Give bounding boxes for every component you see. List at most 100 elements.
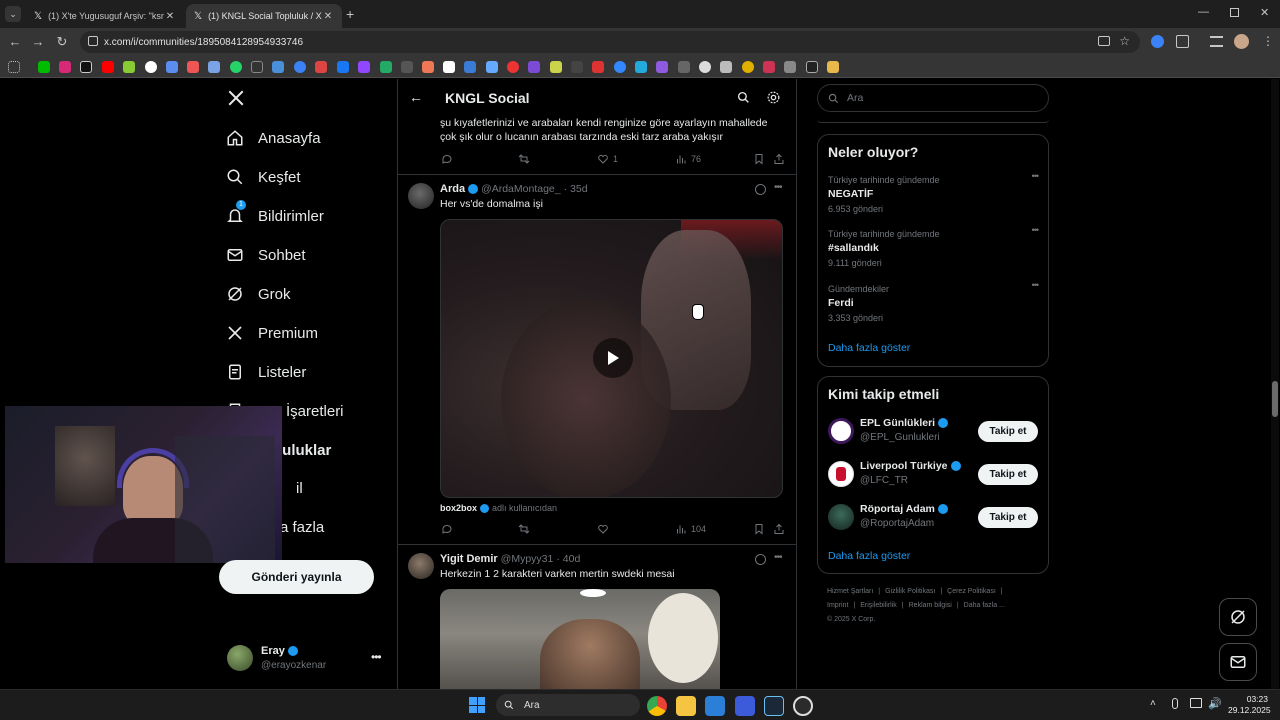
bookmark-31-icon[interactable]: [678, 61, 690, 73]
bookmark-11-icon[interactable]: [251, 61, 263, 73]
sidebar-item-notifications[interactable]: Bildirimler 1: [226, 200, 324, 229]
more-icon[interactable]: •••: [774, 182, 782, 193]
grok-float-button[interactable]: [1219, 598, 1257, 636]
play-button[interactable]: [593, 338, 633, 378]
minimize-button[interactable]: —: [1198, 6, 1209, 18]
chrome-icon[interactable]: [647, 696, 667, 716]
bookmark-12-icon[interactable]: [272, 61, 284, 73]
bookmark-7-icon[interactable]: [166, 61, 178, 73]
more-icon[interactable]: •••: [774, 552, 782, 563]
bookmark-34-icon[interactable]: [742, 61, 754, 73]
grok-icon[interactable]: [755, 554, 766, 565]
bookmark-28-icon[interactable]: [614, 61, 626, 73]
site-info-icon[interactable]: [88, 36, 98, 46]
repost-button[interactable]: [518, 523, 534, 535]
like-button[interactable]: 1: [597, 153, 618, 165]
footer-link[interactable]: Çerez Politikası: [947, 588, 996, 595]
avatar[interactable]: [408, 553, 434, 579]
bookmark-3-icon[interactable]: [80, 61, 92, 73]
author-handle[interactable]: @ArdaMontage_: [481, 183, 561, 195]
bookmark-24-icon[interactable]: [528, 61, 540, 73]
share-button[interactable]: [773, 523, 789, 535]
window-close-button[interactable]: ✕: [1260, 6, 1269, 19]
bookmark-13-icon[interactable]: [294, 61, 306, 73]
trend-item[interactable]: Gündemdekiler Ferdi 3.353 gönderi •••: [828, 280, 1039, 323]
reply-button[interactable]: [441, 153, 457, 165]
follow-button[interactable]: Takip et: [978, 421, 1038, 442]
bookmark-35-icon[interactable]: [763, 61, 775, 73]
trend-item[interactable]: Türkiye tarihinde gündemde NEGATİF 6.953…: [828, 171, 1039, 214]
bookmark-17-icon[interactable]: [380, 61, 392, 73]
obs-icon[interactable]: [793, 696, 813, 716]
tray-chevron-icon[interactable]: ˄: [1150, 698, 1156, 709]
avatar[interactable]: [408, 183, 434, 209]
sidebar-item-chat[interactable]: Sohbet: [226, 242, 306, 268]
bookmark-26-icon[interactable]: [571, 61, 583, 73]
browser-tab-1[interactable]: 𝕏 (1) X'te Yugusuguf Arşiv: "ksme ✕: [26, 4, 184, 28]
bookmark-22-icon[interactable]: [486, 61, 498, 73]
profile-avatar-icon[interactable]: [1234, 34, 1249, 49]
reply-button[interactable]: [441, 523, 457, 535]
star-icon[interactable]: ☆: [1119, 34, 1130, 48]
browser-tab-2[interactable]: 𝕏 (1) KNGL Social Topluluk / X ✕: [186, 4, 342, 28]
more-icon[interactable]: •••: [1032, 171, 1040, 181]
volume-icon[interactable]: 🔊: [1208, 697, 1222, 710]
steam-icon[interactable]: [764, 696, 784, 716]
account-switcher[interactable]: Eray @erayozkenar •••: [227, 644, 385, 674]
apps-icon[interactable]: [8, 61, 20, 73]
post-time[interactable]: · 35d: [564, 183, 588, 195]
browser-menu-icon[interactable]: ⋮: [1262, 34, 1274, 48]
extension-icon[interactable]: [1151, 35, 1164, 48]
author-handle[interactable]: @Mypyy31: [501, 553, 554, 565]
bookmark-36-icon[interactable]: [784, 61, 796, 73]
bookmark-9-icon[interactable]: [208, 61, 220, 73]
bookmark-15-icon[interactable]: [337, 61, 349, 73]
back-icon[interactable]: ←: [8, 35, 22, 49]
attribution-user[interactable]: box2box: [440, 503, 477, 513]
bookmark-19-icon[interactable]: [422, 61, 434, 73]
bookmark-10-icon[interactable]: [230, 61, 242, 73]
sidebar-item-explore[interactable]: Keşfet: [226, 164, 301, 190]
bookmark-14-icon[interactable]: [315, 61, 327, 73]
new-tab-button[interactable]: +: [346, 6, 354, 22]
back-arrow-icon[interactable]: ←: [409, 89, 423, 105]
settings-icon[interactable]: [766, 90, 781, 105]
follow-button[interactable]: Takip et: [978, 507, 1038, 528]
maximize-button[interactable]: [1230, 8, 1239, 17]
sidebar-item-premium[interactable]: Premium: [226, 320, 318, 346]
author-name[interactable]: Arda: [440, 183, 465, 195]
mic-icon[interactable]: [1172, 698, 1178, 709]
footer-link[interactable]: Hizmet Şartları: [827, 588, 873, 595]
network-icon[interactable]: [1190, 698, 1202, 708]
bookmark-button[interactable]: [753, 153, 769, 165]
bookmark-33-icon[interactable]: [720, 61, 732, 73]
bookmark-18-icon[interactable]: [401, 61, 413, 73]
search-box[interactable]: Ara: [817, 84, 1049, 112]
follow-button[interactable]: Takip et: [978, 464, 1038, 485]
views-button[interactable]: 104: [675, 523, 706, 535]
messages-float-button[interactable]: [1219, 643, 1257, 681]
video-player[interactable]: [440, 219, 783, 498]
footer-link[interactable]: Imprint: [827, 602, 848, 609]
post-image[interactable]: [440, 589, 720, 689]
close-icon[interactable]: ✕: [322, 10, 334, 22]
puzzle-icon[interactable]: [1176, 35, 1189, 48]
tab-list-button[interactable]: ⌄: [5, 6, 21, 22]
folder-icon[interactable]: [827, 61, 839, 73]
footer-link[interactable]: Daha fazla ...: [964, 602, 1005, 609]
bookmark-27-icon[interactable]: [592, 61, 604, 73]
bookmark-21-icon[interactable]: [464, 61, 476, 73]
bookmark-30-icon[interactable]: [656, 61, 668, 73]
close-icon[interactable]: ✕: [164, 10, 176, 22]
post-time[interactable]: · 40d: [556, 553, 580, 565]
bookmark-32-icon[interactable]: [699, 61, 711, 73]
more-icon[interactable]: •••: [1032, 280, 1040, 290]
bookmark-8-icon[interactable]: [187, 61, 199, 73]
bookmark-1-icon[interactable]: [38, 61, 50, 73]
footer-link[interactable]: Reklam bilgisi: [909, 602, 952, 609]
scrollbar-thumb[interactable]: [1272, 381, 1278, 417]
sidebar-item-grok[interactable]: Grok: [226, 281, 291, 307]
clock[interactable]: 03:23 29.12.2025: [1228, 694, 1271, 716]
address-bar[interactable]: x.com/i/communities/1895084128954933746 …: [80, 31, 1140, 53]
search-icon[interactable]: [737, 91, 750, 104]
